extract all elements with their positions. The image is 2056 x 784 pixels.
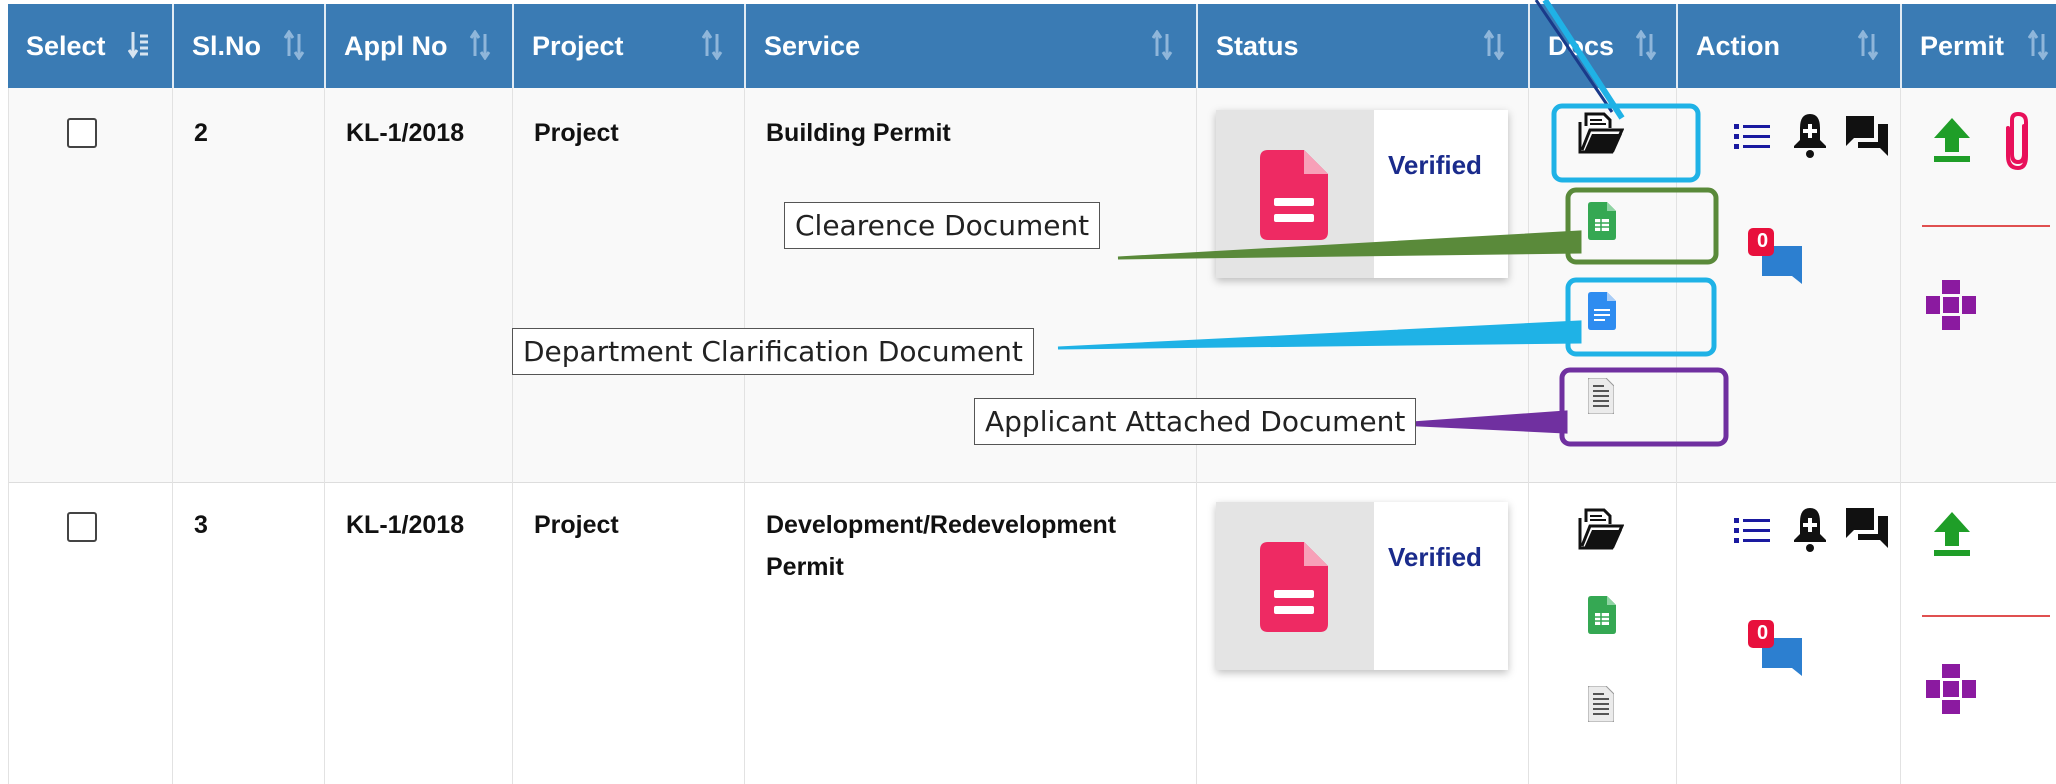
callout-clearence-document: Clearence Document <box>784 202 1101 249</box>
callout-department-clarification-document: Department Clarification Document <box>512 328 1034 375</box>
callout-applicant-attached-document: Applicant Attached Document <box>974 398 1417 445</box>
annotation-overlay <box>1057 0 1729 447</box>
